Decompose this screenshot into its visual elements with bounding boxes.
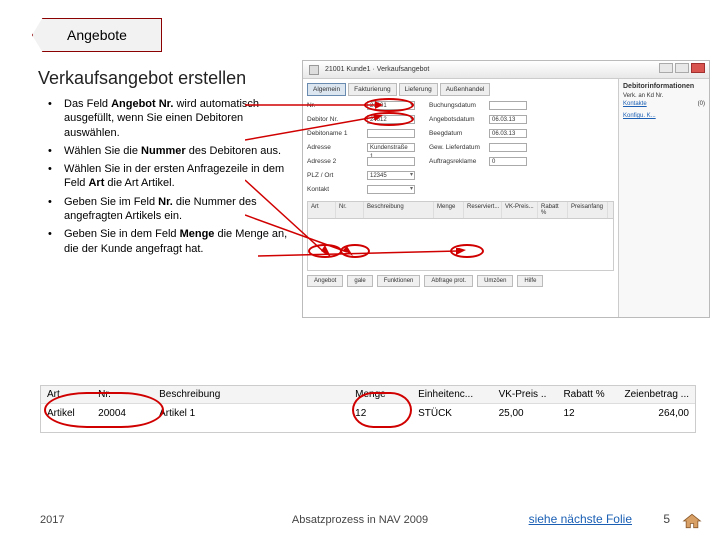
lbl-adresse2: Adresse 2 (307, 158, 367, 165)
lbl-kontakt: Kontakt (307, 186, 367, 193)
btn-umzoegen[interactable]: Umzöen (477, 275, 513, 287)
maximize-button[interactable] (675, 63, 689, 73)
tab-allgemein[interactable]: Algemein (307, 83, 346, 96)
close-button[interactable] (691, 63, 705, 73)
fld-adresse[interactable]: Kundenstraße 1 (367, 143, 415, 152)
form-panel: Algemein Fakturierung Lieferung Außenhan… (303, 79, 619, 317)
nav-window: 21001 Kunde1 · Verkaufsangebot Algemein … (302, 60, 710, 318)
bullet-4: Geben Sie im Feld Nr. die Nummer des ang… (48, 195, 300, 224)
instruction-list: Das Feld Angebot Nr. wird automatisch au… (48, 97, 300, 260)
button-row: Angebot gale Funktionen Abfrage prot. Um… (307, 275, 614, 287)
lbl-buchungsdatum: Buchungsdatum (429, 102, 489, 109)
col-res: Reserviert... (464, 202, 502, 218)
lbl-debitor-nr: Debitor Nr. (307, 116, 367, 123)
lines-grid[interactable]: Art Nr. Beschreibung Menge Reserviert...… (307, 201, 614, 271)
th-vk: VK-Preis .. (493, 389, 558, 400)
btn-gale[interactable]: gale (347, 275, 372, 287)
td-nr: 20004 (92, 408, 153, 419)
col-rabatt: Rabatt % (538, 202, 568, 218)
td-beschr: Artikel 1 (153, 408, 349, 419)
col-menge: Menge (434, 202, 464, 218)
col-vk: VK-Preis... (502, 202, 538, 218)
lbl-adresse: Adresse (307, 144, 367, 151)
tab-angebote: Angebote (32, 18, 162, 52)
fld-angebotsdatum[interactable]: 06.03.13 (489, 115, 527, 124)
table-header: Art Nr. Beschreibung Menge Einheitenc...… (41, 386, 695, 404)
td-vk: 25,00 (493, 408, 558, 419)
tab-label: Angebote (67, 27, 127, 43)
col-preis: Preisanfang (568, 202, 608, 218)
app-icon (309, 65, 319, 75)
fld-lieferdatum[interactable] (489, 143, 527, 152)
fld-kontakt[interactable] (367, 185, 415, 194)
info-link[interactable]: Kontakte (623, 101, 647, 107)
tab-aussenhandel[interactable]: Außenhandel (440, 83, 491, 96)
col-art: Art (308, 202, 336, 218)
title-num: 21001 (325, 66, 344, 73)
fld-debitor-nr[interactable]: 24612 (367, 115, 415, 124)
minimize-button[interactable] (659, 63, 673, 73)
form-tabs: Algemein Fakturierung Lieferung Außenhan… (307, 83, 614, 96)
btn-abfrage[interactable]: Abfrage prot. (424, 275, 473, 287)
col-nr: Nr. (336, 202, 364, 218)
fld-adresse2[interactable] (367, 157, 415, 166)
col-beschr: Beschreibung (364, 202, 434, 218)
info-cfg[interactable]: Konfigu. K... (623, 113, 656, 119)
bullet-2: Wählen Sie die Nummer des Debitoren aus. (48, 144, 300, 158)
th-nr: Nr. (92, 389, 153, 400)
page-number: 5 (663, 512, 670, 526)
th-art: Art (41, 389, 92, 400)
home-icon[interactable] (682, 512, 702, 530)
td-menge: 12 (349, 408, 412, 419)
fld-plz[interactable]: 12345 (367, 171, 415, 180)
td-art: Artikel (41, 408, 92, 419)
th-beschr: Beschreibung (153, 389, 349, 400)
lbl-angebotsdatum: Angebotsdatum (429, 116, 489, 123)
title-name: Kunde1 (346, 66, 370, 73)
th-rabatt: Rabatt % (557, 389, 616, 400)
table-row[interactable]: Artikel 20004 Artikel 1 12 STÜCK 25,00 1… (41, 404, 695, 422)
tab-fakturierung[interactable]: Fakturierung (348, 83, 397, 96)
fld-beegdatum[interactable]: 06.03.13 (489, 129, 527, 138)
bullet-3: Wählen Sie in der ersten Anfragezeile in… (48, 162, 300, 191)
detail-table: Art Nr. Beschreibung Menge Einheitenc...… (40, 385, 696, 433)
bullet-1: Das Feld Angebot Nr. wird automatisch au… (48, 97, 300, 140)
title-doc: Verkaufsangebot (377, 66, 430, 73)
lbl-lieferdatum: Gew. Lieferdatum (429, 144, 489, 151)
next-slide-link[interactable]: siehe nächste Folie (529, 512, 632, 526)
lbl-beegdatum: Beegdatum (429, 130, 489, 137)
th-zeilenbetrag: Zeienbetrag ... (616, 389, 695, 400)
info-header: Debitorinformationen (623, 83, 705, 90)
fld-auftragsreklame[interactable]: 0 (489, 157, 527, 166)
lbl-plz: PLZ / Ort (307, 172, 367, 179)
page-title: Verkaufsangebot erstellen (38, 68, 246, 89)
btn-funktionen[interactable]: Funktionen (377, 275, 421, 287)
fld-nr[interactable]: 21001 (367, 101, 415, 110)
btn-angebot[interactable]: Angebot (307, 275, 343, 287)
info-sub: Verk. an Kd Nr. (623, 93, 663, 99)
btn-hilfe[interactable]: Hilfe (517, 275, 543, 287)
th-einheit: Einheitenc... (412, 389, 493, 400)
td-einheit: STÜCK (412, 408, 493, 419)
fld-debitorname[interactable] (367, 129, 415, 138)
tab-lieferung[interactable]: Lieferung (399, 83, 438, 96)
td-zeilenbetrag: 264,00 (616, 408, 695, 419)
lbl-nr: Nr. (307, 102, 367, 109)
td-rabatt: 12 (557, 408, 616, 419)
bullet-5: Geben Sie in dem Feld Menge die Menge an… (48, 227, 300, 256)
info-panel: Debitorinformationen Verk. an Kd Nr. Kon… (619, 79, 709, 317)
window-titlebar: 21001 Kunde1 · Verkaufsangebot (303, 61, 709, 79)
lbl-debitorname: Debitoname 1 (307, 130, 367, 137)
info-count: (0) (698, 101, 705, 107)
th-menge: Menge (349, 389, 412, 400)
lbl-auftragsreklame: Auftragsreklame (429, 158, 489, 165)
fld-buchungsdatum[interactable] (489, 101, 527, 110)
